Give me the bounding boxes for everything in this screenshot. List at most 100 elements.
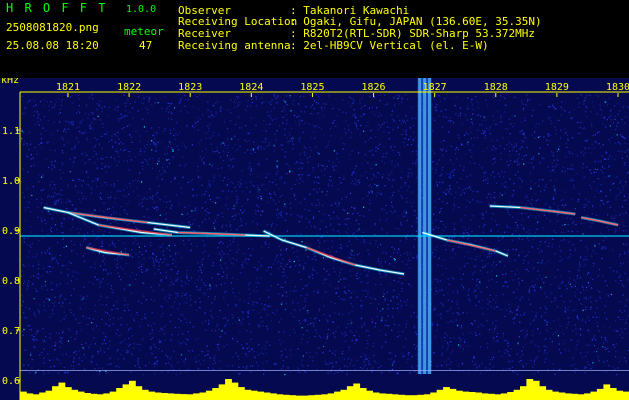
noise-speck bbox=[192, 326, 194, 328]
noise-speck bbox=[584, 263, 587, 265]
noise-speck bbox=[539, 241, 542, 243]
noise-speck bbox=[97, 177, 99, 179]
noise-speck bbox=[508, 361, 510, 363]
noise-speck bbox=[257, 267, 259, 270]
noise-speck bbox=[623, 189, 625, 191]
noise-speck bbox=[584, 256, 587, 258]
noise-speck bbox=[467, 294, 469, 296]
noise-speck bbox=[445, 267, 447, 269]
noise-speck bbox=[517, 227, 519, 229]
noise-speck bbox=[168, 297, 170, 299]
noise-speck bbox=[460, 194, 462, 196]
noise-speck bbox=[433, 352, 435, 354]
noise-speck bbox=[381, 176, 384, 178]
noise-speck bbox=[501, 171, 503, 173]
noise-speck bbox=[552, 238, 554, 240]
noise-speck bbox=[27, 237, 29, 239]
noise-speck bbox=[610, 109, 612, 111]
noise-speck bbox=[351, 250, 353, 252]
noise-speck bbox=[53, 121, 55, 123]
noise-speck bbox=[182, 341, 184, 343]
noise-speck bbox=[207, 101, 209, 103]
noise-speck bbox=[327, 239, 329, 241]
noise-speck bbox=[58, 332, 60, 334]
noise-speck bbox=[191, 210, 193, 212]
noise-speck bbox=[587, 248, 589, 250]
noise-speck bbox=[309, 351, 311, 353]
noise-speck bbox=[22, 334, 24, 336]
noise-speck bbox=[487, 182, 489, 184]
noise-speck bbox=[442, 346, 444, 349]
noise-speck bbox=[530, 202, 532, 205]
noise-speck bbox=[489, 358, 491, 360]
noise-speck bbox=[443, 191, 445, 193]
noise-speck bbox=[238, 319, 240, 321]
noise-speck bbox=[30, 158, 32, 160]
noise-speck bbox=[406, 219, 408, 222]
noise-speck bbox=[313, 225, 316, 228]
noise-speck bbox=[581, 303, 584, 305]
noise-speck bbox=[240, 217, 242, 220]
noise-speck bbox=[492, 145, 495, 148]
noise-speck bbox=[74, 146, 76, 148]
noise-speck bbox=[359, 102, 361, 104]
noise-speck bbox=[198, 225, 200, 227]
noise-speck bbox=[221, 267, 223, 269]
noise-speck bbox=[572, 222, 574, 224]
noise-speck bbox=[78, 272, 80, 274]
noise-speck bbox=[585, 204, 587, 206]
noise-speck bbox=[440, 148, 442, 151]
noise-speck bbox=[448, 131, 450, 133]
noise-speck bbox=[391, 114, 393, 116]
noise-speck bbox=[574, 324, 576, 326]
noise-speck bbox=[593, 171, 595, 173]
noise-speck bbox=[51, 164, 53, 166]
noise-speck bbox=[69, 158, 71, 160]
noise-speck bbox=[338, 247, 340, 249]
noise-speck bbox=[564, 191, 566, 193]
noise-speck bbox=[392, 129, 394, 131]
noise-speck bbox=[130, 159, 132, 161]
noise-speck bbox=[490, 253, 492, 255]
noise-speck bbox=[56, 260, 58, 262]
noise-speck bbox=[142, 295, 144, 297]
noise-speck bbox=[474, 320, 476, 322]
noise-speck bbox=[620, 280, 622, 282]
noise-speck bbox=[482, 130, 484, 132]
noise-speck bbox=[388, 132, 390, 134]
noise-speck bbox=[177, 295, 179, 297]
noise-speck bbox=[491, 359, 493, 361]
noise-speck bbox=[236, 251, 238, 253]
noise-speck bbox=[142, 168, 144, 170]
noise-speck bbox=[142, 293, 144, 295]
noise-speck bbox=[314, 100, 316, 102]
noise-speck bbox=[223, 271, 225, 273]
noise-speck bbox=[234, 98, 236, 100]
noise-speck bbox=[472, 123, 474, 125]
noise-speck bbox=[105, 165, 107, 167]
noise-speck bbox=[71, 179, 73, 181]
noise-speck bbox=[166, 153, 168, 155]
noise-speck bbox=[253, 301, 255, 303]
noise-speck bbox=[404, 301, 406, 303]
noise-speck bbox=[125, 102, 127, 104]
noise-speck bbox=[116, 300, 118, 303]
noise-speck bbox=[298, 183, 301, 185]
noise-speck bbox=[518, 254, 520, 256]
noise-speck bbox=[351, 174, 353, 176]
noise-speck bbox=[504, 265, 506, 267]
noise-speck bbox=[289, 259, 291, 261]
noise-speck bbox=[136, 314, 139, 316]
noise-speck bbox=[42, 341, 44, 343]
noise-speck bbox=[158, 348, 160, 350]
noise-speck bbox=[492, 115, 494, 117]
noise-speck bbox=[373, 354, 375, 356]
noise-speck bbox=[69, 200, 71, 202]
noise-speck bbox=[535, 314, 537, 317]
noise-speck bbox=[441, 274, 444, 276]
noise-speck bbox=[498, 172, 500, 175]
noise-speck bbox=[522, 296, 524, 298]
noise-speck bbox=[446, 202, 448, 204]
noise-speck bbox=[550, 120, 552, 122]
noise-speck bbox=[403, 275, 405, 277]
